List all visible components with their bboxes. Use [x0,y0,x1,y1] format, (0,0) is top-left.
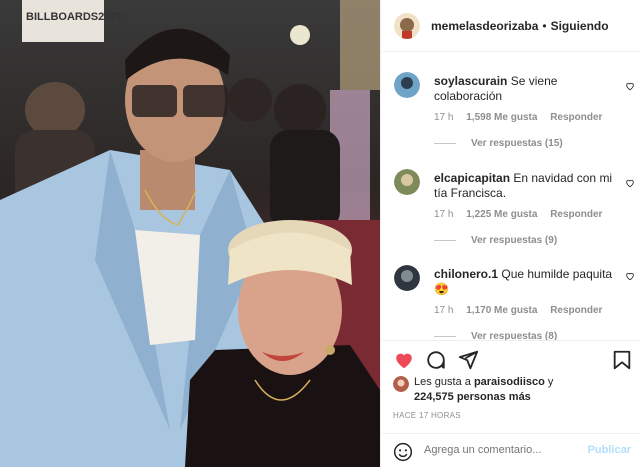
following-button[interactable]: Siguiendo [551,19,609,33]
heart-filled-icon[interactable] [393,349,415,371]
photo-illustration: BILLBOARDS2021 [0,0,380,467]
liker-avatar[interactable] [393,376,409,392]
comment-bubble-icon[interactable] [425,349,447,371]
smiley-icon[interactable] [393,442,413,462]
paper-plane-icon[interactable] [457,349,479,371]
comment-like-count[interactable]: 1,225 Me gusta [466,209,537,220]
author-avatar[interactable] [394,12,420,39]
liker-username[interactable]: paraisodiisco [474,376,545,388]
likes-summary: Les gusta a paraisodiisco y 224,575 pers… [393,375,553,405]
commenter-username[interactable]: chilonero.1 [434,267,498,281]
view-replies-button[interactable]: Ver respuestas (9) [434,235,557,246]
add-comment-bar: Publicar [381,433,640,467]
likes-prefix: Les gusta a [414,376,471,388]
comment-text: elcapicapitan En navidad con mi tía Fran… [434,171,614,201]
heart-outline-icon[interactable] [625,271,635,281]
replies-divider [434,336,456,337]
comment-meta: 17 h 1,598 Me gusta Responder [434,112,612,123]
likes-connector: y [547,376,554,388]
comment-time: 17 h [434,112,454,123]
reply-button[interactable]: Responder [550,112,602,123]
comment-list[interactable]: soylascurain Se viene colaboración 17 h … [381,52,640,340]
post-header: memelasdeorizaba • Siguiendo [381,0,640,52]
view-replies-label: Ver respuestas (9) [471,235,558,246]
commenter-username[interactable]: soylascurain [434,74,507,88]
likes-others-count[interactable]: 224,575 personas más [414,391,531,403]
comment-text: chilonero.1 Que humilde paquita 😍 [434,267,614,297]
view-replies-label: Ver respuestas (15) [471,138,563,149]
post-timestamp[interactable]: HACE 17 HORAS [393,411,461,420]
action-icon-row [393,349,633,373]
commenter-username[interactable]: elcapicapitan [434,171,510,185]
author-username[interactable]: memelasdeorizaba [431,19,538,33]
view-replies-button[interactable]: Ver respuestas (15) [434,138,563,149]
comment-input[interactable] [424,444,574,456]
likes-text: Les gusta a paraisodiisco y 224,575 pers… [414,375,553,405]
commenter-avatar[interactable] [394,169,420,195]
comment-meta: 17 h 1,225 Me gusta Responder [434,209,612,220]
comment-meta: 17 h 1,170 Me gusta Responder [434,305,612,316]
post-actions: Les gusta a paraisodiisco y 224,575 pers… [381,340,640,467]
comment-time: 17 h [434,305,454,316]
bookmark-icon[interactable] [611,349,633,371]
separator-dot: • [542,18,547,33]
view-replies-label: Ver respuestas (8) [471,331,558,340]
post-photo[interactable]: BILLBOARDS2021 [0,0,380,467]
comment-like-count[interactable]: 1,170 Me gusta [466,305,537,316]
commenter-avatar[interactable] [394,265,420,291]
publish-button[interactable]: Publicar [588,444,631,456]
post-side-panel: memelasdeorizaba • Siguiendo soylascurai… [380,0,640,467]
comment-time: 17 h [434,209,454,220]
view-replies-button[interactable]: Ver respuestas (8) [434,331,557,340]
comment-text: soylascurain Se viene colaboración [434,74,614,104]
comment-like-count[interactable]: 1,598 Me gusta [466,112,537,123]
heart-outline-icon[interactable] [625,81,635,91]
background-sign-text: BILLBOARDS2021 [26,11,123,23]
reply-button[interactable]: Responder [550,305,602,316]
replies-divider [434,240,456,241]
commenter-avatar[interactable] [394,72,420,98]
replies-divider [434,143,456,144]
reply-button[interactable]: Responder [550,209,602,220]
heart-outline-icon[interactable] [625,178,635,188]
